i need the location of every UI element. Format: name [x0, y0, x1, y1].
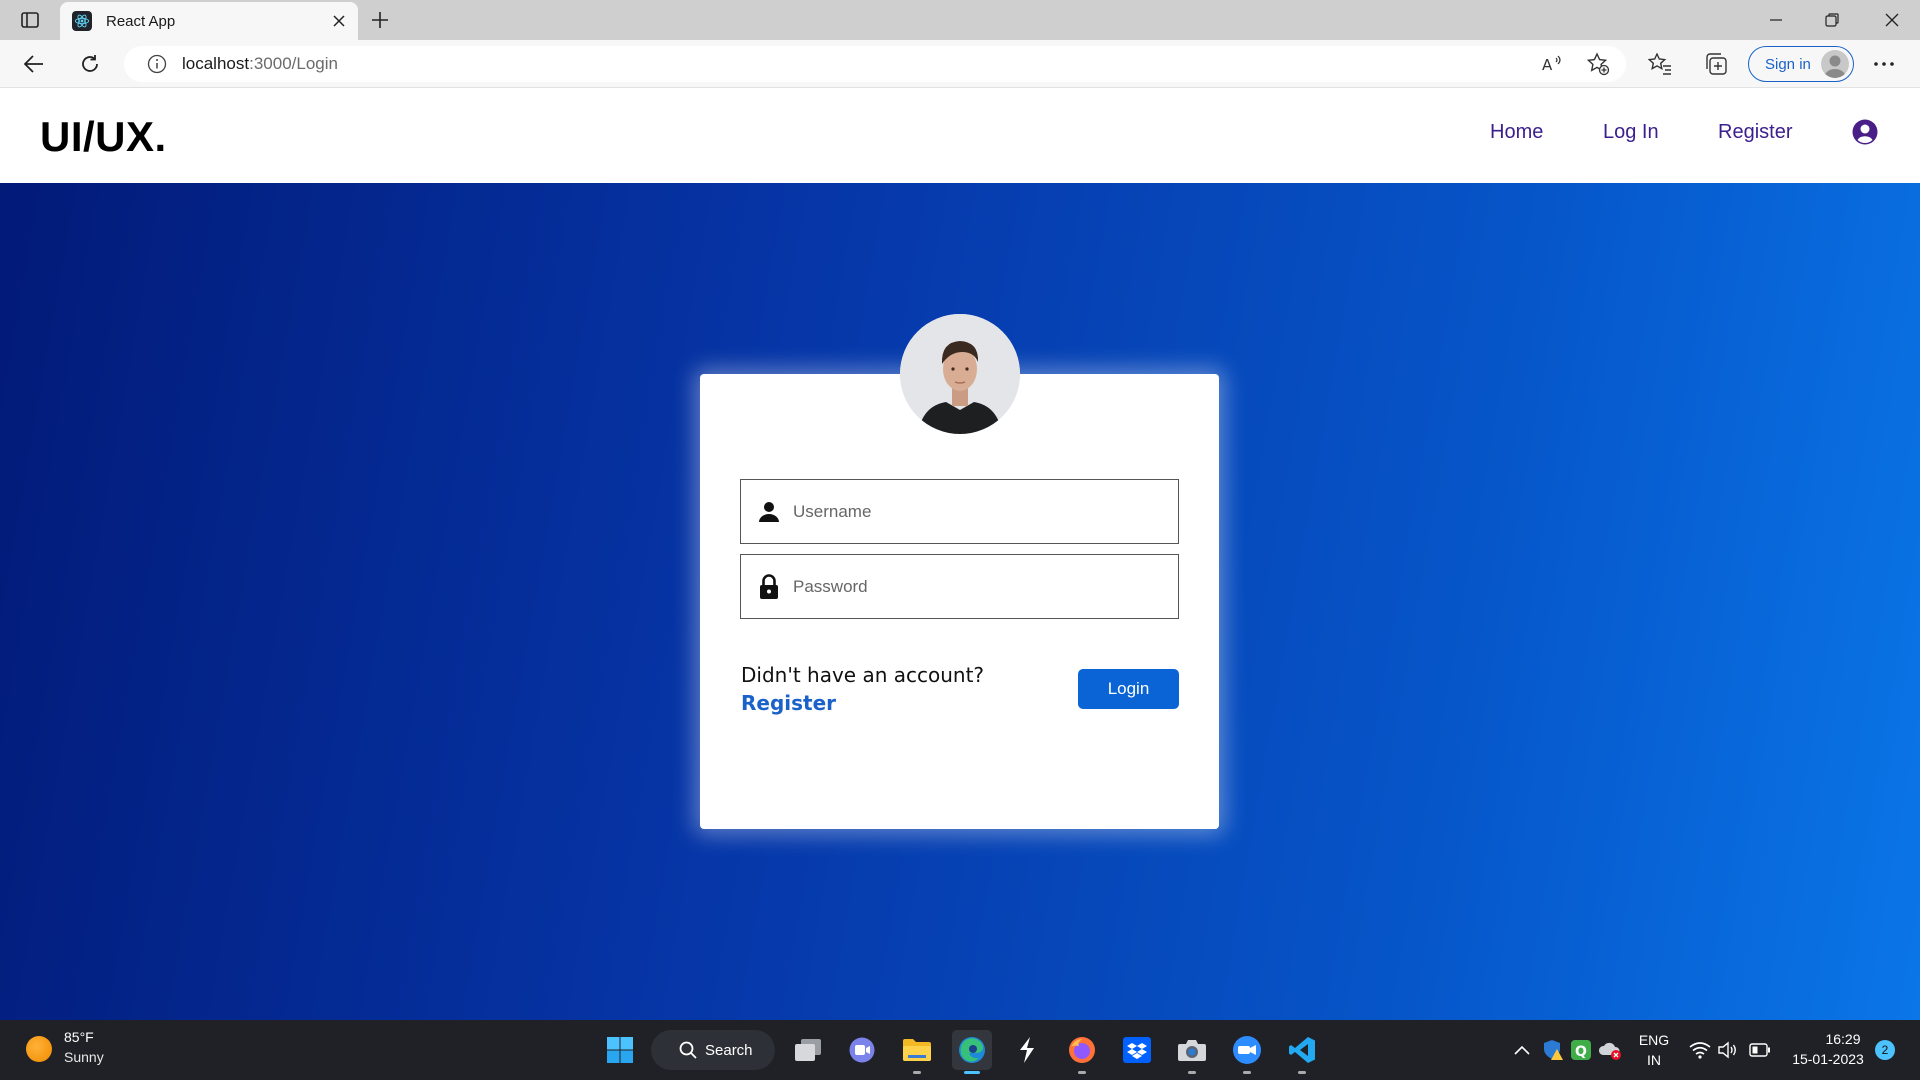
site-info-icon[interactable] [146, 53, 168, 75]
react-logo-icon [72, 11, 92, 31]
windows-taskbar: 85°F Sunny Search Q ENG IN 16:29 15-01-2… [0, 1020, 1920, 1080]
notification-count-badge[interactable]: 2 [1875, 1040, 1895, 1060]
sign-in-label: Sign in [1765, 55, 1811, 73]
dropbox-icon[interactable] [1117, 1030, 1157, 1070]
nav-link-home[interactable]: Home [1490, 121, 1543, 144]
password-input[interactable] [793, 576, 1153, 597]
favorites-icon[interactable] [1644, 48, 1676, 80]
refresh-icon[interactable] [72, 46, 108, 82]
url-text: localhost:3000/Login [182, 54, 338, 73]
clock-time[interactable]: 16:29 [1818, 1031, 1868, 1047]
tab-close-icon[interactable] [324, 6, 354, 36]
collections-icon[interactable] [1700, 48, 1732, 80]
close-window-icon[interactable] [1864, 0, 1920, 40]
search-icon [679, 1041, 697, 1059]
back-arrow-icon[interactable] [16, 46, 52, 82]
language-secondary[interactable]: IN [1637, 1052, 1671, 1068]
new-tab-icon[interactable] [366, 6, 394, 34]
firefox-icon[interactable] [1062, 1030, 1102, 1074]
zoom-app-icon[interactable] [1227, 1030, 1267, 1074]
read-aloud-icon[interactable]: A [1538, 50, 1566, 78]
windows-start-icon[interactable] [600, 1030, 640, 1070]
url-omnibox[interactable]: localhost:3000/Login A [124, 46, 1626, 82]
clock-date[interactable]: 15-01-2023 [1788, 1051, 1868, 1067]
running-indicator [1188, 1071, 1196, 1074]
add-favorite-icon[interactable] [1584, 50, 1612, 78]
cloud-sync-error-icon[interactable] [1598, 1038, 1622, 1062]
taskbar-search-button[interactable]: Search [651, 1030, 775, 1070]
sun-weather-icon[interactable] [26, 1036, 52, 1062]
nav-link-register[interactable]: Register [1718, 121, 1792, 144]
brand-logo[interactable]: UI/UX. [40, 113, 167, 161]
battery-icon[interactable] [1748, 1038, 1772, 1062]
password-field[interactable] [740, 554, 1179, 619]
browser-tab-active[interactable]: React App [60, 2, 358, 40]
lock-icon [757, 573, 781, 600]
volume-icon[interactable] [1716, 1038, 1740, 1062]
username-field[interactable] [740, 479, 1179, 544]
running-indicator [1298, 1071, 1306, 1074]
language-primary[interactable]: ENG [1637, 1032, 1671, 1048]
wifi-icon[interactable] [1688, 1038, 1712, 1062]
more-options-icon[interactable] [1868, 48, 1900, 80]
register-link[interactable]: Register [741, 691, 836, 715]
weather-temperature[interactable]: 85°F [64, 1029, 94, 1045]
profile-photo-avatar [900, 314, 1020, 434]
qbittorrent-icon[interactable]: Q [1569, 1038, 1593, 1062]
tab-title: React App [106, 12, 176, 30]
svg-text:Q: Q [1575, 1044, 1587, 1060]
user-icon [757, 499, 781, 525]
tray-overflow-chevron-icon[interactable] [1510, 1038, 1534, 1062]
task-view-icon[interactable] [788, 1030, 828, 1070]
file-explorer-icon[interactable] [897, 1030, 937, 1074]
profile-avatar-icon [1821, 50, 1849, 78]
weather-condition[interactable]: Sunny [64, 1049, 104, 1065]
nav-link-login[interactable]: Log In [1603, 121, 1659, 144]
search-label: Search [705, 1041, 753, 1059]
site-header: UI/UX. Home Log In Register [0, 89, 1920, 183]
sign-in-button[interactable]: Sign in [1748, 46, 1854, 82]
no-account-text: Didn't have an account? [741, 663, 985, 687]
browser-address-bar: localhost:3000/Login A Sign in [0, 40, 1920, 88]
svg-text:A: A [1542, 56, 1553, 74]
running-indicator [1078, 1071, 1086, 1074]
camera-app-icon[interactable] [1172, 1030, 1212, 1074]
running-indicator [913, 1071, 921, 1074]
tab-actions-icon[interactable] [16, 8, 44, 32]
browser-tab-bar: React App [0, 0, 1920, 40]
username-input[interactable] [793, 501, 1153, 522]
vscode-icon[interactable] [1282, 1030, 1322, 1074]
running-indicator [1243, 1071, 1251, 1074]
restore-icon[interactable] [1804, 0, 1860, 40]
security-warning-icon[interactable] [1541, 1038, 1565, 1062]
login-button[interactable]: Login [1078, 669, 1179, 709]
teams-chat-icon[interactable] [842, 1030, 882, 1070]
active-app-indicator [964, 1071, 980, 1074]
minimize-icon[interactable] [1748, 0, 1804, 40]
sublime-app-icon[interactable] [1007, 1030, 1047, 1070]
edge-browser-icon[interactable] [952, 1030, 992, 1074]
login-hero-background: Didn't have an account? Register Login [0, 183, 1920, 1020]
user-account-icon[interactable] [1852, 119, 1878, 145]
